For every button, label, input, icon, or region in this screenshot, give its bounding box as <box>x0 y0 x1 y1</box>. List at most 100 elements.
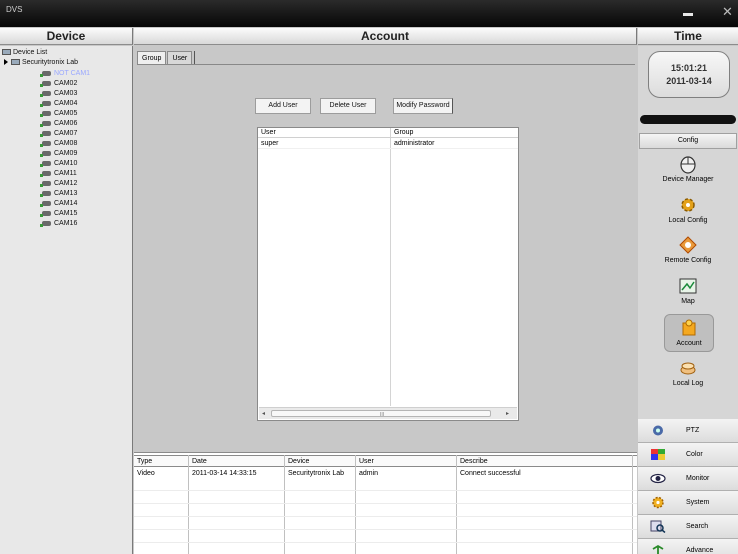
map-item[interactable]: Map <box>638 276 738 305</box>
camera-item-8[interactable]: CAM08 <box>40 139 78 149</box>
monitor-label: Monitor <box>686 475 710 482</box>
monitor-button[interactable]: Monitor <box>638 467 738 491</box>
camera-item-16[interactable]: CAM16 <box>40 219 77 229</box>
camera-item-6[interactable]: CAM06 <box>40 119 78 129</box>
log-table: Type Date Device User Describe Video 201… <box>134 452 637 554</box>
camera-item-4[interactable]: CAM04 <box>40 99 77 109</box>
log-date-header[interactable]: Date <box>192 456 207 467</box>
add-user-button[interactable]: Add User <box>255 98 311 114</box>
expand-arrow-icon[interactable] <box>4 59 8 66</box>
minimize-button[interactable] <box>683 13 693 16</box>
log-user-header[interactable]: User <box>359 456 374 467</box>
ptz-button[interactable]: PTZ <box>638 419 738 443</box>
camera-label: CAM11 <box>54 170 77 177</box>
camera-item-7[interactable]: CAM07 <box>40 129 78 139</box>
account-label: Account <box>676 340 702 347</box>
right-panel: 15:01:21 2011-03-14 Config Device Manage… <box>638 46 738 554</box>
color-label: Color <box>686 451 703 458</box>
clock-display: 15:01:21 2011-03-14 <box>648 51 730 98</box>
log-type-header[interactable]: Type <box>137 456 152 467</box>
device-header: Device <box>0 28 133 45</box>
account-item[interactable]: Account <box>664 314 714 352</box>
advance-label: Advance <box>686 547 714 554</box>
remote-config-item[interactable]: Remote Config <box>638 235 738 264</box>
clock-date: 2011-03-14 <box>666 76 712 86</box>
device-group[interactable]: Securitytronix Lab <box>4 58 78 68</box>
log-table-header: Type Date Device User Describe <box>134 455 637 467</box>
camera-item-5[interactable]: CAM05 <box>40 109 78 119</box>
time-header: Time <box>638 28 738 45</box>
device-group-label: Securitytronix Lab <box>22 59 79 66</box>
camera-icon <box>40 80 51 87</box>
eye-icon <box>650 473 666 484</box>
log-device-cell: Securitytronix Lab <box>288 470 345 477</box>
system-button[interactable]: System <box>638 491 738 515</box>
camera-item-14[interactable]: CAM14 <box>40 199 77 209</box>
tab-user[interactable]: User <box>167 51 193 64</box>
camera-label: NOT CAM1 <box>54 70 91 77</box>
camera-item-11[interactable]: CAM11 <box>40 169 77 179</box>
log-describe-header[interactable]: Describe <box>460 456 488 467</box>
user-table-header: User Group <box>258 128 518 138</box>
remote-config-label: Remote Config <box>664 257 712 264</box>
camera-label: CAM06 <box>54 120 78 127</box>
log-row-line <box>134 529 637 530</box>
camera-label: CAM05 <box>54 110 78 117</box>
scroll-thumb[interactable]: III <box>271 410 491 418</box>
horizontal-scrollbar[interactable]: ◂ III ▸ <box>259 407 517 419</box>
color-button[interactable]: Color <box>638 443 738 467</box>
close-button[interactable]: ✕ <box>722 5 733 18</box>
modify-password-button[interactable]: Modify Password <box>393 98 453 114</box>
title-bar: DVS ✕ <box>0 0 738 27</box>
device-list-root[interactable]: Device List <box>2 48 47 58</box>
status-bar <box>640 115 736 124</box>
app-title: DVS <box>6 5 23 14</box>
camera-item-12[interactable]: CAM12 <box>40 179 78 189</box>
tab-group[interactable]: Group <box>137 51 167 64</box>
remote-config-icon <box>679 236 697 254</box>
camera-icon <box>40 130 51 137</box>
camera-icon <box>40 150 51 157</box>
device-list-icon <box>2 49 11 56</box>
log-row-line <box>134 503 637 504</box>
camera-label: CAM08 <box>54 140 78 147</box>
log-row-line <box>134 516 637 517</box>
search-button[interactable]: Search <box>638 515 738 539</box>
log-row[interactable]: Video 2011-03-14 14:33:15 Securitytronix… <box>134 468 637 479</box>
log-row-line <box>134 542 637 543</box>
device-manager-label: Device Manager <box>662 176 714 183</box>
camera-item-13[interactable]: CAM13 <box>40 189 78 199</box>
account-content: Add User Delete User Modify Password Use… <box>137 64 635 448</box>
camera-item-15[interactable]: CAM15 <box>40 209 77 219</box>
camera-icon <box>40 100 51 107</box>
local-config-item[interactable]: Local Config <box>638 195 738 224</box>
delete-user-button[interactable]: Delete User <box>320 98 376 114</box>
scroll-left-icon[interactable]: ◂ <box>262 410 265 417</box>
camera-item-2[interactable]: CAM02 <box>40 79 77 89</box>
account-header: Account <box>134 28 637 45</box>
local-log-item[interactable]: Local Log <box>638 358 738 387</box>
camera-item-10[interactable]: CAM10 <box>40 159 77 169</box>
group-column-header[interactable]: Group <box>394 128 413 138</box>
side-buttons: PTZ Color Monitor System Search Advance <box>638 419 738 554</box>
group-cell: administrator <box>394 140 435 147</box>
map-label: Map <box>681 298 695 305</box>
table-row[interactable]: super administrator <box>258 139 518 149</box>
camera-item-9[interactable]: CAM09 <box>40 149 77 159</box>
log-device-header[interactable]: Device <box>288 456 309 467</box>
camera-label: CAM13 <box>54 190 78 197</box>
camera-label: CAM07 <box>54 130 78 137</box>
camera-label: CAM12 <box>54 180 78 187</box>
camera-item-1[interactable]: NOT CAM1 <box>40 69 91 79</box>
camera-item-3[interactable]: CAM03 <box>40 89 77 99</box>
camera-icon <box>40 120 51 127</box>
scroll-right-icon[interactable]: ▸ <box>506 410 509 417</box>
device-manager-item[interactable]: Device Manager <box>638 154 738 183</box>
log-type-cell: Video <box>137 470 155 477</box>
user-column-header[interactable]: User <box>261 128 276 138</box>
advance-button[interactable]: Advance <box>638 539 738 554</box>
user-table-column-divider <box>390 128 391 406</box>
config-header[interactable]: Config <box>639 133 737 149</box>
camera-icon <box>40 190 51 197</box>
log-date-cell: 2011-03-14 14:33:15 <box>192 470 257 477</box>
